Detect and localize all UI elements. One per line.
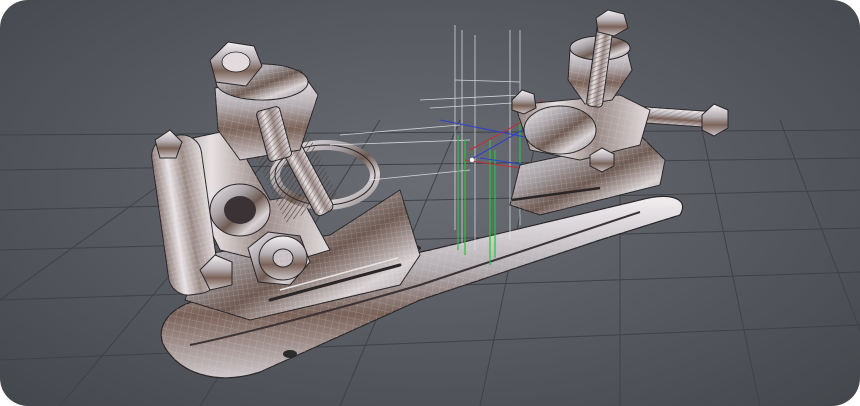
rear-kingpin-assembly[interactable] bbox=[567, 9, 633, 108]
kingpin-nut bbox=[595, 9, 629, 37]
mount-hole bbox=[283, 350, 297, 358]
3d-viewport[interactable] bbox=[0, 0, 860, 406]
pivot-point[interactable] bbox=[469, 157, 475, 163]
